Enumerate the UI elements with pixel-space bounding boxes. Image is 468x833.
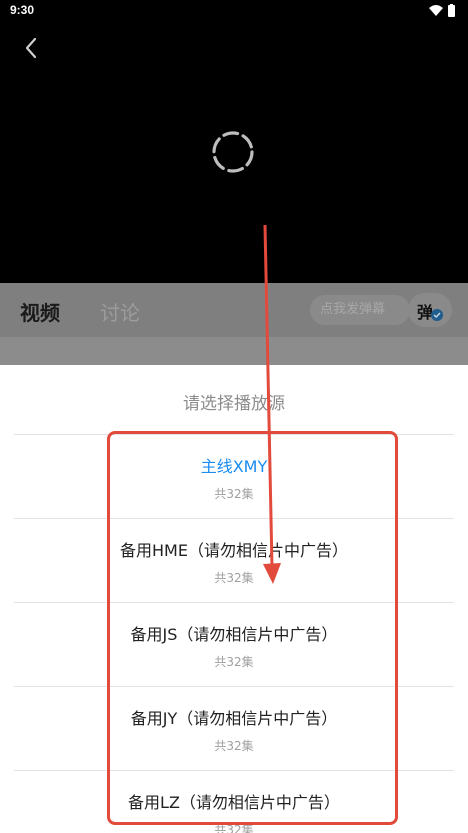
source-count: 共32集	[214, 823, 254, 833]
source-item-js[interactable]: 备用JS（请勿相信片中广告） 共32集	[14, 603, 454, 687]
back-button[interactable]	[18, 34, 46, 62]
loading-spinner-icon	[209, 128, 257, 176]
source-item-xmy[interactable]: 主线XMY 共32集	[14, 435, 454, 519]
danmu-toggle-button[interactable]: 弹	[408, 293, 452, 327]
source-count: 共32集	[214, 571, 254, 585]
danmu-input[interactable]: 点我发弹幕	[310, 295, 410, 325]
video-player[interactable]	[0, 22, 468, 283]
source-name: 备用HME（请勿相信片中广告）	[120, 541, 348, 560]
source-count: 共32集	[214, 739, 254, 753]
source-item-hme[interactable]: 备用HME（请勿相信片中广告） 共32集	[14, 519, 454, 603]
status-bar: 9:30	[0, 0, 468, 22]
wifi-icon	[429, 4, 455, 17]
tab-bar: 视频 讨论 点我发弹幕 弹	[0, 283, 468, 337]
status-time: 9:30	[10, 3, 35, 17]
dimmed-content	[0, 337, 468, 365]
sheet-title: 请选择播放源	[183, 394, 285, 414]
source-name: 备用JY（请勿相信片中广告）	[130, 709, 338, 728]
source-item-jy[interactable]: 备用JY（请勿相信片中广告） 共32集	[14, 687, 454, 771]
source-picker-sheet: 请选择播放源 主线XMY 共32集 备用HME（请勿相信片中广告） 共32集 备…	[0, 365, 468, 833]
chevron-left-icon	[25, 37, 37, 59]
source-count: 共32集	[214, 487, 254, 501]
source-name: 备用JS（请勿相信片中广告）	[130, 625, 338, 644]
check-badge-icon	[431, 309, 443, 321]
source-name: 主线XMY	[200, 457, 268, 476]
tab-discuss[interactable]: 讨论	[100, 297, 140, 326]
source-name: 备用LZ（请勿相信片中广告）	[128, 793, 340, 812]
source-item-lz[interactable]: 备用LZ（请勿相信片中广告） 共32集	[14, 771, 454, 833]
status-icons	[428, 4, 458, 18]
tab-video[interactable]: 视频	[20, 297, 60, 326]
battery-icon	[448, 5, 455, 17]
app-screen: 9:30 视频 讨论 点我发弹幕 弹 请选择播放源 主线XMY 共32集 备用H…	[0, 0, 468, 833]
source-count: 共32集	[214, 655, 254, 669]
